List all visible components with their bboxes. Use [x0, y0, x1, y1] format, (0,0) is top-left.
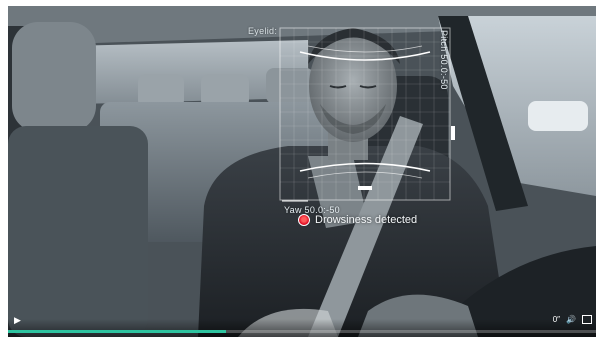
fullscreen-icon[interactable]	[582, 315, 592, 324]
car-interior-scene	[8, 6, 596, 337]
video-player[interactable]: Eyelid: Pitch 50.0:-50 Yaw 50.0:-50 Drow…	[8, 6, 596, 337]
progress-bar[interactable]	[8, 330, 596, 333]
progress-fill	[8, 330, 226, 333]
alert-text: Drowsiness detected	[315, 214, 418, 226]
eyelid-label: Eyelid:	[248, 26, 278, 36]
alert-icon	[298, 214, 310, 226]
drowsiness-alert: Drowsiness detected	[298, 214, 417, 226]
play-icon[interactable]: ▶	[14, 315, 21, 326]
volume-icon[interactable]: 🔊	[566, 315, 576, 324]
time-readout: 0″	[552, 315, 560, 324]
pitch-label: Pitch 50.0:-50	[439, 30, 449, 90]
player-controls: ▶ 0″ 🔊	[8, 315, 596, 337]
